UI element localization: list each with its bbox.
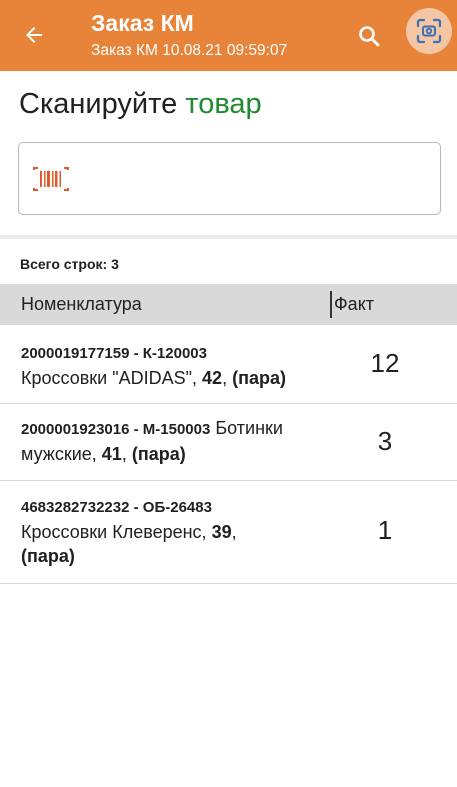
table-row[interactable]: 2000019177159 - К-120003 Кроссовки "ADID… [0, 326, 457, 404]
row-size: 39 [211, 522, 232, 542]
row-unit: (пара) [232, 368, 286, 388]
row-qty: 1 [377, 515, 393, 545]
row-unit: (пара) [131, 444, 186, 464]
table-row[interactable]: 4683282732232 - ОБ-26483 Кроссовки Клеве… [0, 481, 457, 584]
column-header-nomenclature: Номенклатура [21, 294, 142, 314]
row-description: 2000001923016 - М-150003 Ботинки мужские… [21, 418, 283, 464]
row-name: Кроссовки Клеверенс [21, 522, 202, 542]
camera-scan-button[interactable] [406, 8, 452, 54]
search-icon [359, 26, 380, 47]
row-size: 42 [202, 368, 223, 388]
section-divider [0, 235, 457, 239]
camera-scan-icon [416, 18, 442, 44]
app-bar: Заказ КМ Заказ КМ 10.08.21 09:59:07 [0, 0, 457, 71]
column-divider [330, 291, 332, 318]
barcode-icon [33, 167, 69, 191]
row-code: 2000001923016 - М-150003 [21, 421, 211, 438]
arrow-left-icon [26, 27, 42, 43]
row-qty: 3 [377, 426, 393, 456]
scan-prompt-text: Сканируйте [19, 88, 178, 120]
table-header: Номенклатура Факт [0, 284, 457, 325]
row-description: 2000019177159 - К-120003 Кроссовки "ADID… [21, 345, 286, 388]
row-code: 2000019177159 - К-120003 [21, 345, 207, 362]
row-unit: (пара) [21, 546, 75, 566]
page-title: Заказ КМ [91, 10, 194, 36]
back-button[interactable] [14, 17, 54, 53]
row-description: 4683282732232 - ОБ-26483 Кроссовки Клеве… [21, 499, 237, 566]
table-row[interactable]: 2000001923016 - М-150003 Ботинки мужские… [0, 404, 457, 481]
search-button[interactable] [351, 18, 387, 54]
row-code: 4683282732232 - ОБ-26483 [21, 499, 212, 516]
row-count: Всего строк: 3 [20, 256, 119, 272]
page-subtitle: Заказ КМ 10.08.21 09:59:07 [91, 42, 288, 59]
row-name: Кроссовки "ADIDAS" [21, 368, 193, 388]
scan-prompt-accent: товар [185, 88, 262, 120]
barcode-input[interactable] [18, 142, 441, 215]
column-header-fact: Факт [334, 294, 375, 314]
scan-prompt: Сканируйте товар [19, 88, 262, 121]
row-qty: 12 [370, 348, 400, 378]
row-size: 41 [101, 444, 122, 464]
